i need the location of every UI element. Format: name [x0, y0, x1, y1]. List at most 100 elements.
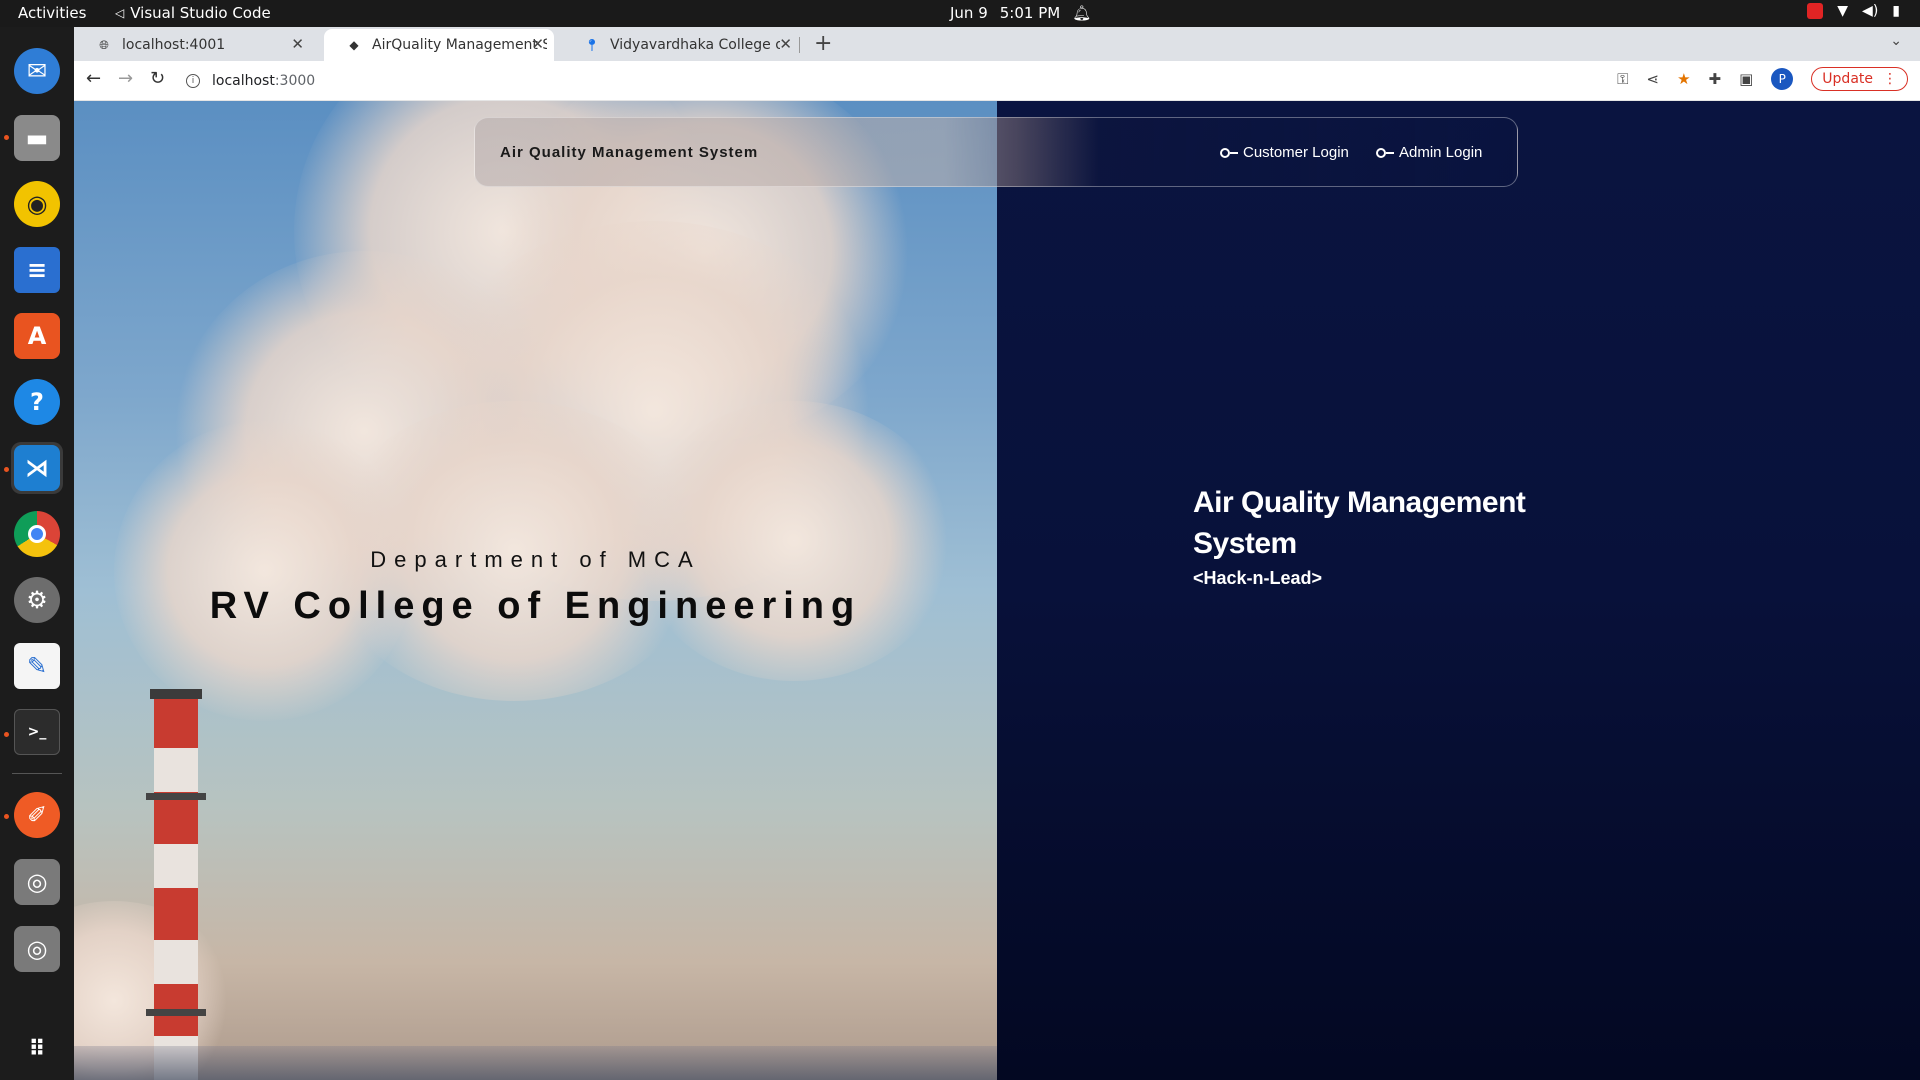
chimney-ring: [146, 1009, 206, 1016]
app-grid-icon: ⠿: [28, 1036, 46, 1062]
update-label: Update: [1822, 71, 1873, 87]
close-tab-icon[interactable]: ✕: [291, 35, 304, 53]
close-tab-icon[interactable]: ✕: [531, 35, 544, 53]
key-icon: [1220, 147, 1238, 158]
chimney-ring: [146, 793, 206, 800]
key-icon: [1376, 147, 1394, 158]
browser-toolbar: ← → ↻ i localhost :3000 ⚿ ⋖ ★ ✚ ▣ P Upda…: [74, 61, 1920, 101]
chrome-icon: [14, 511, 60, 557]
screen-record-icon[interactable]: [1807, 3, 1824, 19]
close-tab-icon[interactable]: ✕: [779, 35, 792, 53]
url-host: localhost: [212, 73, 275, 89]
web-page: Department of MCA RV College of Engineer…: [74, 101, 1920, 1080]
extensions-puzzle-icon[interactable]: ✚: [1709, 70, 1722, 88]
activities-button[interactable]: Activities: [18, 4, 86, 22]
new-tab-button[interactable]: +: [814, 31, 832, 56]
profile-avatar[interactable]: P: [1771, 68, 1794, 90]
postman-icon: ✐: [14, 792, 60, 838]
site-info-icon[interactable]: i: [186, 74, 200, 88]
globe-icon: 🌐︎: [99, 37, 109, 52]
admin-login-link[interactable]: Admin Login: [1376, 144, 1482, 161]
reload-button[interactable]: ↻: [150, 68, 165, 89]
wifi-icon[interactable]: ▼: [1837, 3, 1848, 19]
department-label: Department of MCA: [370, 547, 701, 572]
customer-login-link[interactable]: Customer Login: [1220, 144, 1349, 161]
dock-rhythmbox[interactable]: ◉: [11, 178, 63, 230]
tab-search-chevron-icon[interactable]: ⌄: [1890, 33, 1902, 49]
system-top-bar: Activities ◁ Visual Studio Code Jun 9 5:…: [0, 0, 1920, 27]
forward-button[interactable]: →: [118, 68, 133, 89]
vscode-icon: ⋊: [14, 445, 60, 491]
side-panel-icon[interactable]: ▣: [1739, 70, 1753, 88]
dock-settings[interactable]: ⚙: [11, 574, 63, 626]
hero-title: Air Quality Management System: [1193, 486, 1526, 560]
hero-subtitle: <Hack-n-Lead>: [1193, 568, 1323, 588]
dock-text-editor[interactable]: ✎: [11, 640, 63, 692]
running-indicator: [4, 467, 9, 472]
tab-title: AirQuality Management S: [372, 37, 547, 53]
tab-air-quality[interactable]: ◆ AirQuality Management S ✕: [324, 29, 554, 61]
tab-title: Vidyavardhaka College of: [610, 37, 780, 53]
show-apps-button[interactable]: ⠿: [11, 1023, 63, 1075]
dock-postman[interactable]: ✐: [11, 789, 63, 841]
update-button[interactable]: Update ⋮: [1811, 67, 1908, 91]
notification-bell-icon: 🔔︎: [1072, 4, 1092, 22]
dock-writer[interactable]: ≡: [11, 244, 63, 296]
volume-icon[interactable]: ◀): [1862, 3, 1878, 19]
site-brand[interactable]: Air Quality Management System: [500, 144, 758, 161]
dock-disc-1[interactable]: ◎: [11, 856, 63, 908]
clock[interactable]: Jun 9 5:01 PM 🔔︎: [950, 4, 1091, 22]
terminal-icon: >_: [14, 709, 60, 755]
rhythmbox-icon: ◉: [14, 181, 60, 227]
settings-gear-icon: ⚙: [14, 577, 60, 623]
city-horizon: [74, 1046, 997, 1080]
disc-drive-icon: ◎: [14, 859, 60, 905]
dock-help[interactable]: ?: [11, 376, 63, 428]
app-center-icon: A: [14, 313, 60, 359]
system-tray[interactable]: ▼ ◀) ▮: [1807, 3, 1900, 19]
running-indicator: [4, 135, 9, 140]
back-button[interactable]: ←: [86, 68, 101, 89]
time-label: 5:01 PM: [999, 4, 1061, 22]
customer-login-label: Customer Login: [1243, 144, 1349, 161]
disc-drive-icon: ◎: [14, 926, 60, 972]
dock-files[interactable]: ▬: [11, 112, 63, 164]
active-app-label: Visual Studio Code: [130, 4, 271, 22]
tab-separator: [799, 37, 800, 53]
share-icon[interactable]: ⋖: [1647, 70, 1660, 88]
dock-chrome[interactable]: [11, 508, 63, 560]
dock-disc-2[interactable]: ◎: [11, 923, 63, 975]
dock-software[interactable]: A: [11, 310, 63, 362]
libreoffice-writer-icon: ≡: [14, 247, 60, 293]
date-label: Jun 9: [950, 4, 988, 22]
text-editor-icon: ✎: [14, 643, 60, 689]
tab-vidyavardhaka[interactable]: 📍︎ Vidyavardhaka College of ✕: [562, 29, 802, 61]
vscode-icon: ◁: [115, 6, 125, 20]
files-icon: ▬: [14, 115, 60, 161]
site-navbar: Air Quality Management System Customer L…: [474, 117, 1518, 187]
maps-pin-icon: 📍︎: [584, 38, 600, 52]
bookmark-star-icon[interactable]: ★: [1677, 70, 1690, 88]
tab-localhost-4001[interactable]: 🌐︎ localhost:4001 ✕: [74, 29, 314, 61]
college-name: RV College of Engineering: [209, 585, 862, 627]
password-key-icon[interactable]: ⚿: [1617, 70, 1628, 88]
thunderbird-icon: ✉: [14, 48, 60, 94]
dock-thunderbird[interactable]: ✉: [11, 45, 63, 97]
tab-title: localhost:4001: [122, 37, 226, 53]
toolbar-actions: ⚿ ⋖ ★ ✚ ▣ P Update ⋮: [1617, 67, 1908, 91]
tab-strip: 🌐︎ localhost:4001 ✕ ◆ AirQuality Managem…: [74, 27, 1920, 61]
hero-text-panel: [997, 101, 1920, 1080]
chimney-cap: [150, 689, 202, 699]
running-indicator: [4, 732, 9, 737]
dock: ✉ ▬ ◉ ≡ A ? ⋊ ⚙ ✎ >_ ✐ ◎ ◎ ⠿: [0, 27, 74, 1080]
dock-separator: [12, 773, 62, 774]
dock-terminal[interactable]: >_: [11, 706, 63, 758]
active-app-menu[interactable]: ◁ Visual Studio Code: [115, 4, 271, 22]
battery-icon[interactable]: ▮: [1892, 3, 1900, 19]
address-bar[interactable]: i localhost :3000: [186, 67, 315, 95]
dock-vscode[interactable]: ⋊: [11, 442, 63, 494]
help-icon: ?: [14, 379, 60, 425]
admin-login-label: Admin Login: [1399, 144, 1483, 161]
site-favicon: ◆: [349, 38, 359, 52]
hero-image-panel: Department of MCA RV College of Engineer…: [74, 101, 997, 1080]
